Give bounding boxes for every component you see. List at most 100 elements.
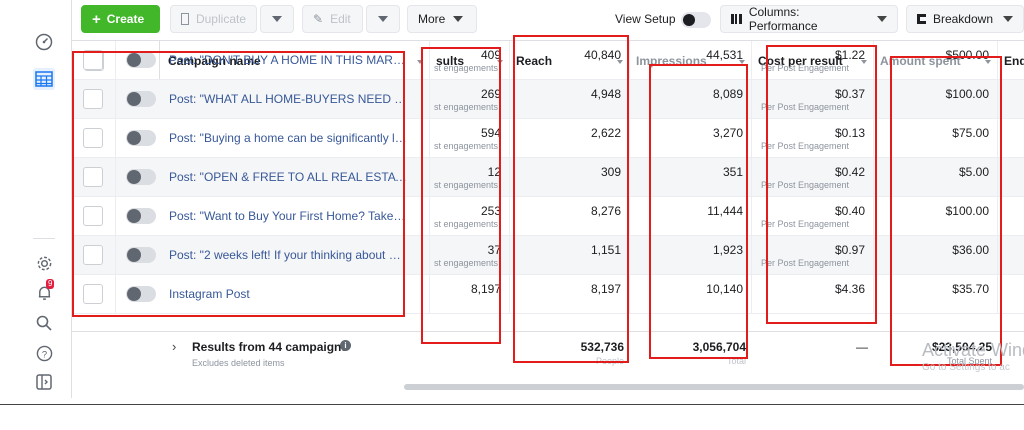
- campaign-name-cell: Instagram Post: [160, 275, 430, 313]
- campaign-on-off-toggle[interactable]: [126, 208, 156, 224]
- table-row[interactable]: Post: "Buying a home can be significantl…: [72, 119, 1024, 158]
- notifications-bell-icon[interactable]: 9: [33, 279, 55, 304]
- results-cell: 8,197: [430, 275, 510, 313]
- campaign-name-link[interactable]: Post: "OPEN & FREE TO ALL REAL ESTATE A.…: [169, 170, 407, 184]
- amount-spent-cell: $5.00: [874, 158, 998, 196]
- results-cell: 594st engagements: [430, 119, 510, 157]
- help-question-icon[interactable]: ?: [33, 342, 55, 364]
- reach-value: 2,622: [590, 126, 621, 140]
- page-divider-line: [0, 404, 1024, 405]
- table-row[interactable]: Post: "WHAT ALL HOME-BUYERS NEED TO K...…: [72, 80, 1024, 119]
- settings-gear-icon[interactable]: [33, 252, 55, 274]
- campaign-on-off-toggle[interactable]: [126, 52, 156, 68]
- results-sub: st engagements: [434, 180, 499, 190]
- impressions-value: 351: [722, 165, 743, 179]
- table-row[interactable]: Post: "OPEN & FREE TO ALL REAL ESTATE A.…: [72, 158, 1024, 197]
- table-row[interactable]: Instagram Post 8,197 8,197 10,140 $4.36 $35.7…: [72, 275, 1024, 314]
- results-sub: st engagements: [434, 102, 499, 112]
- duplicate-button[interactable]: Duplicate: [170, 5, 257, 33]
- reach-cell: 8,276: [510, 197, 630, 235]
- impressions-value: 3,270: [712, 126, 743, 140]
- impressions-total: 3,056,704: [692, 340, 746, 354]
- toggle-knob: [127, 209, 141, 223]
- more-button[interactable]: More: [407, 5, 477, 33]
- windows-activation-subtext: Go to Settings to ac: [922, 362, 1010, 373]
- view-setup-toggle[interactable]: [681, 12, 711, 28]
- row-checkbox[interactable]: [83, 50, 103, 70]
- campaign-name-link[interactable]: Post: "WHAT ALL HOME-BUYERS NEED TO K...: [169, 92, 407, 106]
- rail-divider: [33, 238, 55, 239]
- cost-value: $4.36: [834, 282, 865, 296]
- cost-sub: Per Post Engagement: [761, 180, 850, 190]
- cost-per-result-cell: $0.42 Per Post Engagement: [752, 158, 874, 196]
- results-summary-label: Results from 44 campaigns: [192, 340, 349, 354]
- row-checkbox[interactable]: [83, 128, 103, 148]
- row-checkbox[interactable]: [83, 89, 103, 109]
- results-cell: 269st engagements: [430, 80, 510, 118]
- cost-value: $1.22: [834, 48, 865, 62]
- reach-cell: 4,948: [510, 80, 630, 118]
- campaign-on-off-toggle[interactable]: [126, 130, 156, 146]
- campaign-name-link[interactable]: Post: "Buying a home can be significantl…: [169, 131, 407, 145]
- expand-chevron-icon[interactable]: ›: [172, 339, 176, 354]
- breakdown-dropdown[interactable]: Breakdown: [906, 5, 1024, 33]
- spent-value: $35.70: [952, 282, 989, 296]
- results-value: 253: [480, 204, 501, 218]
- campaign-name-cell: Post: "Want to Buy Your First Home? Take…: [160, 197, 430, 235]
- toggle-knob: [127, 131, 141, 145]
- info-icon[interactable]: i: [340, 340, 351, 351]
- impressions-cell: 8,089: [630, 80, 752, 118]
- results-value: 12: [487, 165, 501, 179]
- edit-label: Edit: [330, 12, 351, 26]
- campaign-name-cell: Post: "2 weeks left! If your thinking ab…: [160, 236, 430, 274]
- table-row[interactable]: Post: "DON'T BUY A HOME IN THIS MARKET..…: [72, 41, 1024, 80]
- reach-value: 8,197: [590, 282, 621, 296]
- cost-sub: Per Post Engagement: [761, 141, 850, 151]
- campaign-on-off-toggle[interactable]: [126, 91, 156, 107]
- dashboard-gauge-icon[interactable]: [33, 31, 55, 53]
- campaign-on-off-toggle[interactable]: [126, 169, 156, 185]
- spent-value: $36.00: [952, 243, 989, 257]
- campaign-name-link[interactable]: Post: "2 weeks left! If your thinking ab…: [169, 248, 407, 262]
- select-cell: [72, 119, 116, 157]
- duplicate-dropdown-button[interactable]: [260, 5, 294, 33]
- spent-value: $100.00: [945, 87, 989, 101]
- horizontal-scrollbar[interactable]: [404, 384, 1024, 390]
- columns-dropdown[interactable]: Columns: Performance: [720, 5, 898, 33]
- row-checkbox[interactable]: [83, 206, 103, 226]
- breakdown-icon: [917, 14, 926, 24]
- row-checkbox[interactable]: [83, 167, 103, 187]
- table-row[interactable]: Post: "2 weeks left! If your thinking ab…: [72, 236, 1024, 275]
- toggle-knob: [127, 287, 141, 301]
- select-cell: [72, 158, 116, 196]
- impressions-value: 8,089: [712, 87, 743, 101]
- results-value: 594: [480, 126, 501, 140]
- campaign-name-link[interactable]: Post: "Want to Buy Your First Home? Take…: [169, 209, 407, 223]
- impressions-cell: 1,923: [630, 236, 752, 274]
- campaigns-table-icon[interactable]: [33, 68, 55, 90]
- campaign-on-off-toggle[interactable]: [126, 286, 156, 302]
- reach-cell: 2,622: [510, 119, 630, 157]
- campaign-name-link[interactable]: Instagram Post: [169, 287, 407, 301]
- results-value: 269: [480, 87, 501, 101]
- impressions-cell: 3,270: [630, 119, 752, 157]
- reach-value: 40,840: [584, 48, 621, 62]
- create-button[interactable]: + Create: [81, 5, 160, 33]
- campaign-name-link[interactable]: Post: "DON'T BUY A HOME IN THIS MARKET..…: [169, 53, 407, 67]
- campaign-on-off-toggle[interactable]: [126, 247, 156, 263]
- search-icon[interactable]: [33, 312, 55, 334]
- chevron-down-icon: [453, 16, 464, 22]
- impressions-value: 11,444: [707, 204, 743, 218]
- spent-value: $75.00: [952, 126, 989, 140]
- select-cell: [72, 197, 116, 235]
- amount-spent-cell: $35.70: [874, 275, 998, 313]
- table-row[interactable]: Post: "Want to Buy Your First Home? Take…: [72, 197, 1024, 236]
- edit-dropdown-button[interactable]: [366, 5, 400, 33]
- row-checkbox[interactable]: [83, 284, 103, 304]
- row-checkbox[interactable]: [83, 245, 103, 265]
- breakdown-label: Breakdown: [932, 12, 993, 26]
- spent-value: $500.00: [945, 48, 989, 62]
- edit-button[interactable]: ✎ Edit: [302, 5, 363, 33]
- collapse-panel-icon[interactable]: [33, 371, 55, 393]
- reach-cell: 40,840: [510, 41, 630, 79]
